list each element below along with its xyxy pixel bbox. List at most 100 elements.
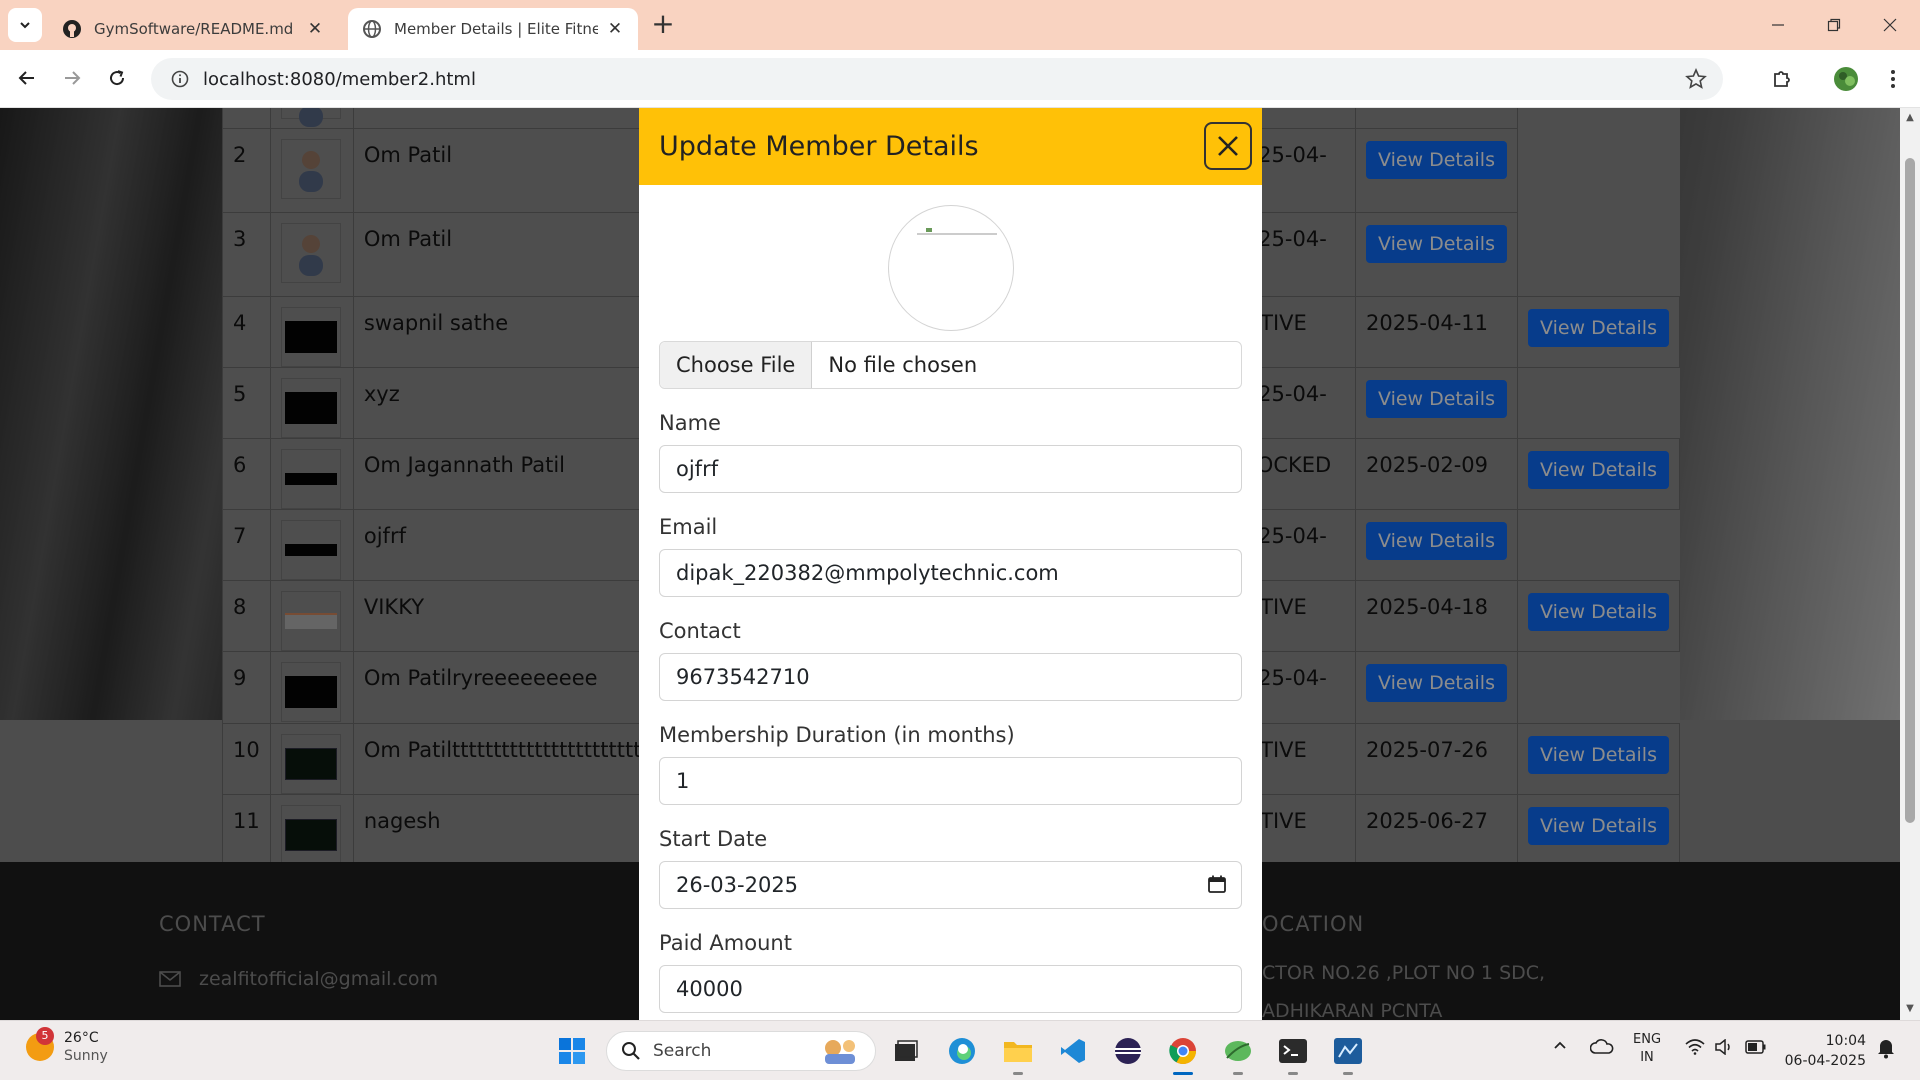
show-hidden-icons[interactable] bbox=[1552, 1037, 1568, 1057]
tab-github-readme[interactable]: GymSoftware/README.md at m ✕ bbox=[48, 8, 338, 50]
lang-top: ENG bbox=[1633, 1032, 1662, 1047]
choose-file-button[interactable]: Choose File bbox=[660, 342, 813, 388]
notifications-button[interactable] bbox=[1876, 1037, 1896, 1063]
extensions-button[interactable] bbox=[1767, 64, 1797, 94]
running-indicator bbox=[1233, 1072, 1243, 1075]
bookmark-star-icon[interactable] bbox=[1685, 68, 1707, 90]
weather-widget[interactable]: 5 26°C Sunny bbox=[26, 1027, 108, 1065]
address-bar[interactable]: localhost:8080/member2.html bbox=[151, 58, 1723, 100]
taskbar-app-leaf[interactable] bbox=[1220, 1033, 1256, 1075]
terminal-icon bbox=[1279, 1039, 1307, 1063]
modal-close-button[interactable] bbox=[1204, 122, 1252, 170]
running-indicator bbox=[1343, 1072, 1353, 1075]
tray-volume[interactable] bbox=[1714, 1038, 1734, 1059]
tray-onedrive[interactable] bbox=[1589, 1037, 1614, 1061]
page-scrollbar[interactable]: ▲ ▼ bbox=[1900, 108, 1920, 1020]
bell-icon bbox=[1878, 1040, 1894, 1059]
name-label: Name bbox=[659, 411, 721, 435]
weather-temp: 26°C bbox=[64, 1030, 99, 1046]
more-vert-icon bbox=[1891, 70, 1895, 88]
browser-toolbar: localhost:8080/member2.html bbox=[0, 50, 1920, 108]
reload-button[interactable] bbox=[101, 62, 133, 94]
duration-input[interactable]: 1 bbox=[659, 757, 1242, 805]
running-indicator bbox=[1013, 1072, 1023, 1075]
chevron-down-icon bbox=[20, 22, 30, 29]
running-indicator bbox=[1173, 1072, 1193, 1075]
volume-icon bbox=[1715, 1038, 1730, 1056]
start-button[interactable] bbox=[554, 1033, 590, 1069]
taskbar-eclipse[interactable] bbox=[1110, 1033, 1146, 1069]
lang-bottom: IN bbox=[1640, 1050, 1654, 1065]
arrow-left-icon bbox=[18, 71, 34, 85]
modal-header: Update Member Details bbox=[639, 108, 1262, 185]
contact-input[interactable]: 9673542710 bbox=[659, 653, 1242, 701]
modal-title: Update Member Details bbox=[659, 131, 979, 162]
search-icon bbox=[622, 1042, 640, 1060]
close-icon[interactable]: ✕ bbox=[606, 19, 624, 39]
tray-battery[interactable] bbox=[1745, 1040, 1767, 1058]
folder-icon bbox=[1004, 1042, 1032, 1062]
avatar-icon bbox=[1834, 67, 1858, 91]
email-label: Email bbox=[659, 515, 718, 539]
search-label: Search bbox=[653, 1041, 712, 1061]
calendar-icon[interactable] bbox=[1207, 874, 1227, 894]
search-highlight-icon bbox=[825, 1040, 855, 1064]
restore-button[interactable] bbox=[1814, 8, 1854, 42]
new-tab-button[interactable]: + bbox=[648, 10, 678, 40]
profile-avatar[interactable] bbox=[1831, 64, 1861, 94]
site-info-icon[interactable] bbox=[171, 70, 189, 88]
github-icon bbox=[63, 20, 81, 38]
puzzle-icon bbox=[1774, 71, 1790, 87]
task-view-icon bbox=[895, 1040, 918, 1061]
browser-tab-strip: GymSoftware/README.md at m ✕ Member Deta… bbox=[0, 0, 1920, 50]
leaf-app-icon bbox=[1225, 1041, 1251, 1061]
email-input[interactable]: dipak_220382@mmpolytechnic.com bbox=[659, 549, 1242, 597]
app-window-icon bbox=[1334, 1038, 1362, 1064]
chrome-icon bbox=[1169, 1038, 1197, 1065]
taskbar-task-view[interactable] bbox=[888, 1033, 924, 1069]
taskbar-chrome[interactable] bbox=[1165, 1033, 1201, 1075]
minimize-button[interactable] bbox=[1758, 8, 1798, 42]
taskbar-file-explorer[interactable] bbox=[1000, 1033, 1036, 1075]
photo-file-input[interactable]: Choose File No file chosen bbox=[659, 341, 1242, 389]
battery-icon bbox=[1745, 1040, 1766, 1054]
eclipse-icon bbox=[1115, 1038, 1141, 1064]
tab-search-button[interactable] bbox=[8, 8, 42, 42]
taskbar-terminal[interactable] bbox=[1275, 1033, 1311, 1075]
windows-taskbar: 5 26°C Sunny Search ENG IN 10:04 06-04-2… bbox=[0, 1020, 1920, 1080]
tab-member-details[interactable]: Member Details | Elite Fitness C ✕ bbox=[348, 8, 638, 50]
taskbar-vscode[interactable] bbox=[1055, 1033, 1091, 1069]
scrollbar-thumb[interactable] bbox=[1905, 158, 1915, 823]
paid-amount-label: Paid Amount bbox=[659, 931, 792, 955]
start-date-input[interactable]: 26-03-2025 bbox=[659, 861, 1242, 909]
taskbar-app-blue[interactable] bbox=[1330, 1033, 1366, 1075]
vscode-icon bbox=[1061, 1039, 1085, 1063]
name-input[interactable]: ojfrf bbox=[659, 445, 1242, 493]
tray-wifi[interactable] bbox=[1685, 1039, 1705, 1059]
clock-date: 06-04-2025 bbox=[1784, 1053, 1866, 1069]
url-text: localhost:8080/member2.html bbox=[203, 68, 476, 90]
wifi-icon bbox=[1685, 1039, 1705, 1055]
paid-amount-input[interactable]: 40000 bbox=[659, 965, 1242, 1013]
close-icon bbox=[1883, 18, 1897, 32]
taskbar-edge[interactable] bbox=[944, 1033, 980, 1069]
arrow-right-icon bbox=[65, 71, 81, 85]
minimize-icon bbox=[1772, 24, 1784, 26]
window-close-button[interactable] bbox=[1870, 8, 1910, 42]
browser-menu-button[interactable] bbox=[1878, 64, 1908, 94]
system-clock[interactable]: 10:04 06-04-2025 bbox=[1780, 1031, 1866, 1071]
cloud-sync-icon bbox=[1589, 1039, 1614, 1054]
clock-time: 10:04 bbox=[1825, 1033, 1866, 1049]
edge-icon bbox=[949, 1038, 975, 1064]
member-photo-preview bbox=[887, 205, 1014, 331]
scroll-down-arrow-icon[interactable]: ▼ bbox=[1904, 1003, 1916, 1015]
broken-image-icon bbox=[916, 228, 997, 235]
language-indicator[interactable]: ENG IN bbox=[1633, 1031, 1661, 1067]
back-button[interactable] bbox=[11, 62, 43, 94]
close-icon[interactable]: ✕ bbox=[306, 19, 324, 39]
scroll-up-arrow-icon[interactable]: ▲ bbox=[1904, 112, 1916, 124]
notification-badge: 5 bbox=[36, 1027, 54, 1045]
forward-button[interactable] bbox=[56, 62, 88, 94]
chevron-up-icon bbox=[1554, 1041, 1566, 1049]
taskbar-search[interactable]: Search bbox=[606, 1031, 876, 1071]
